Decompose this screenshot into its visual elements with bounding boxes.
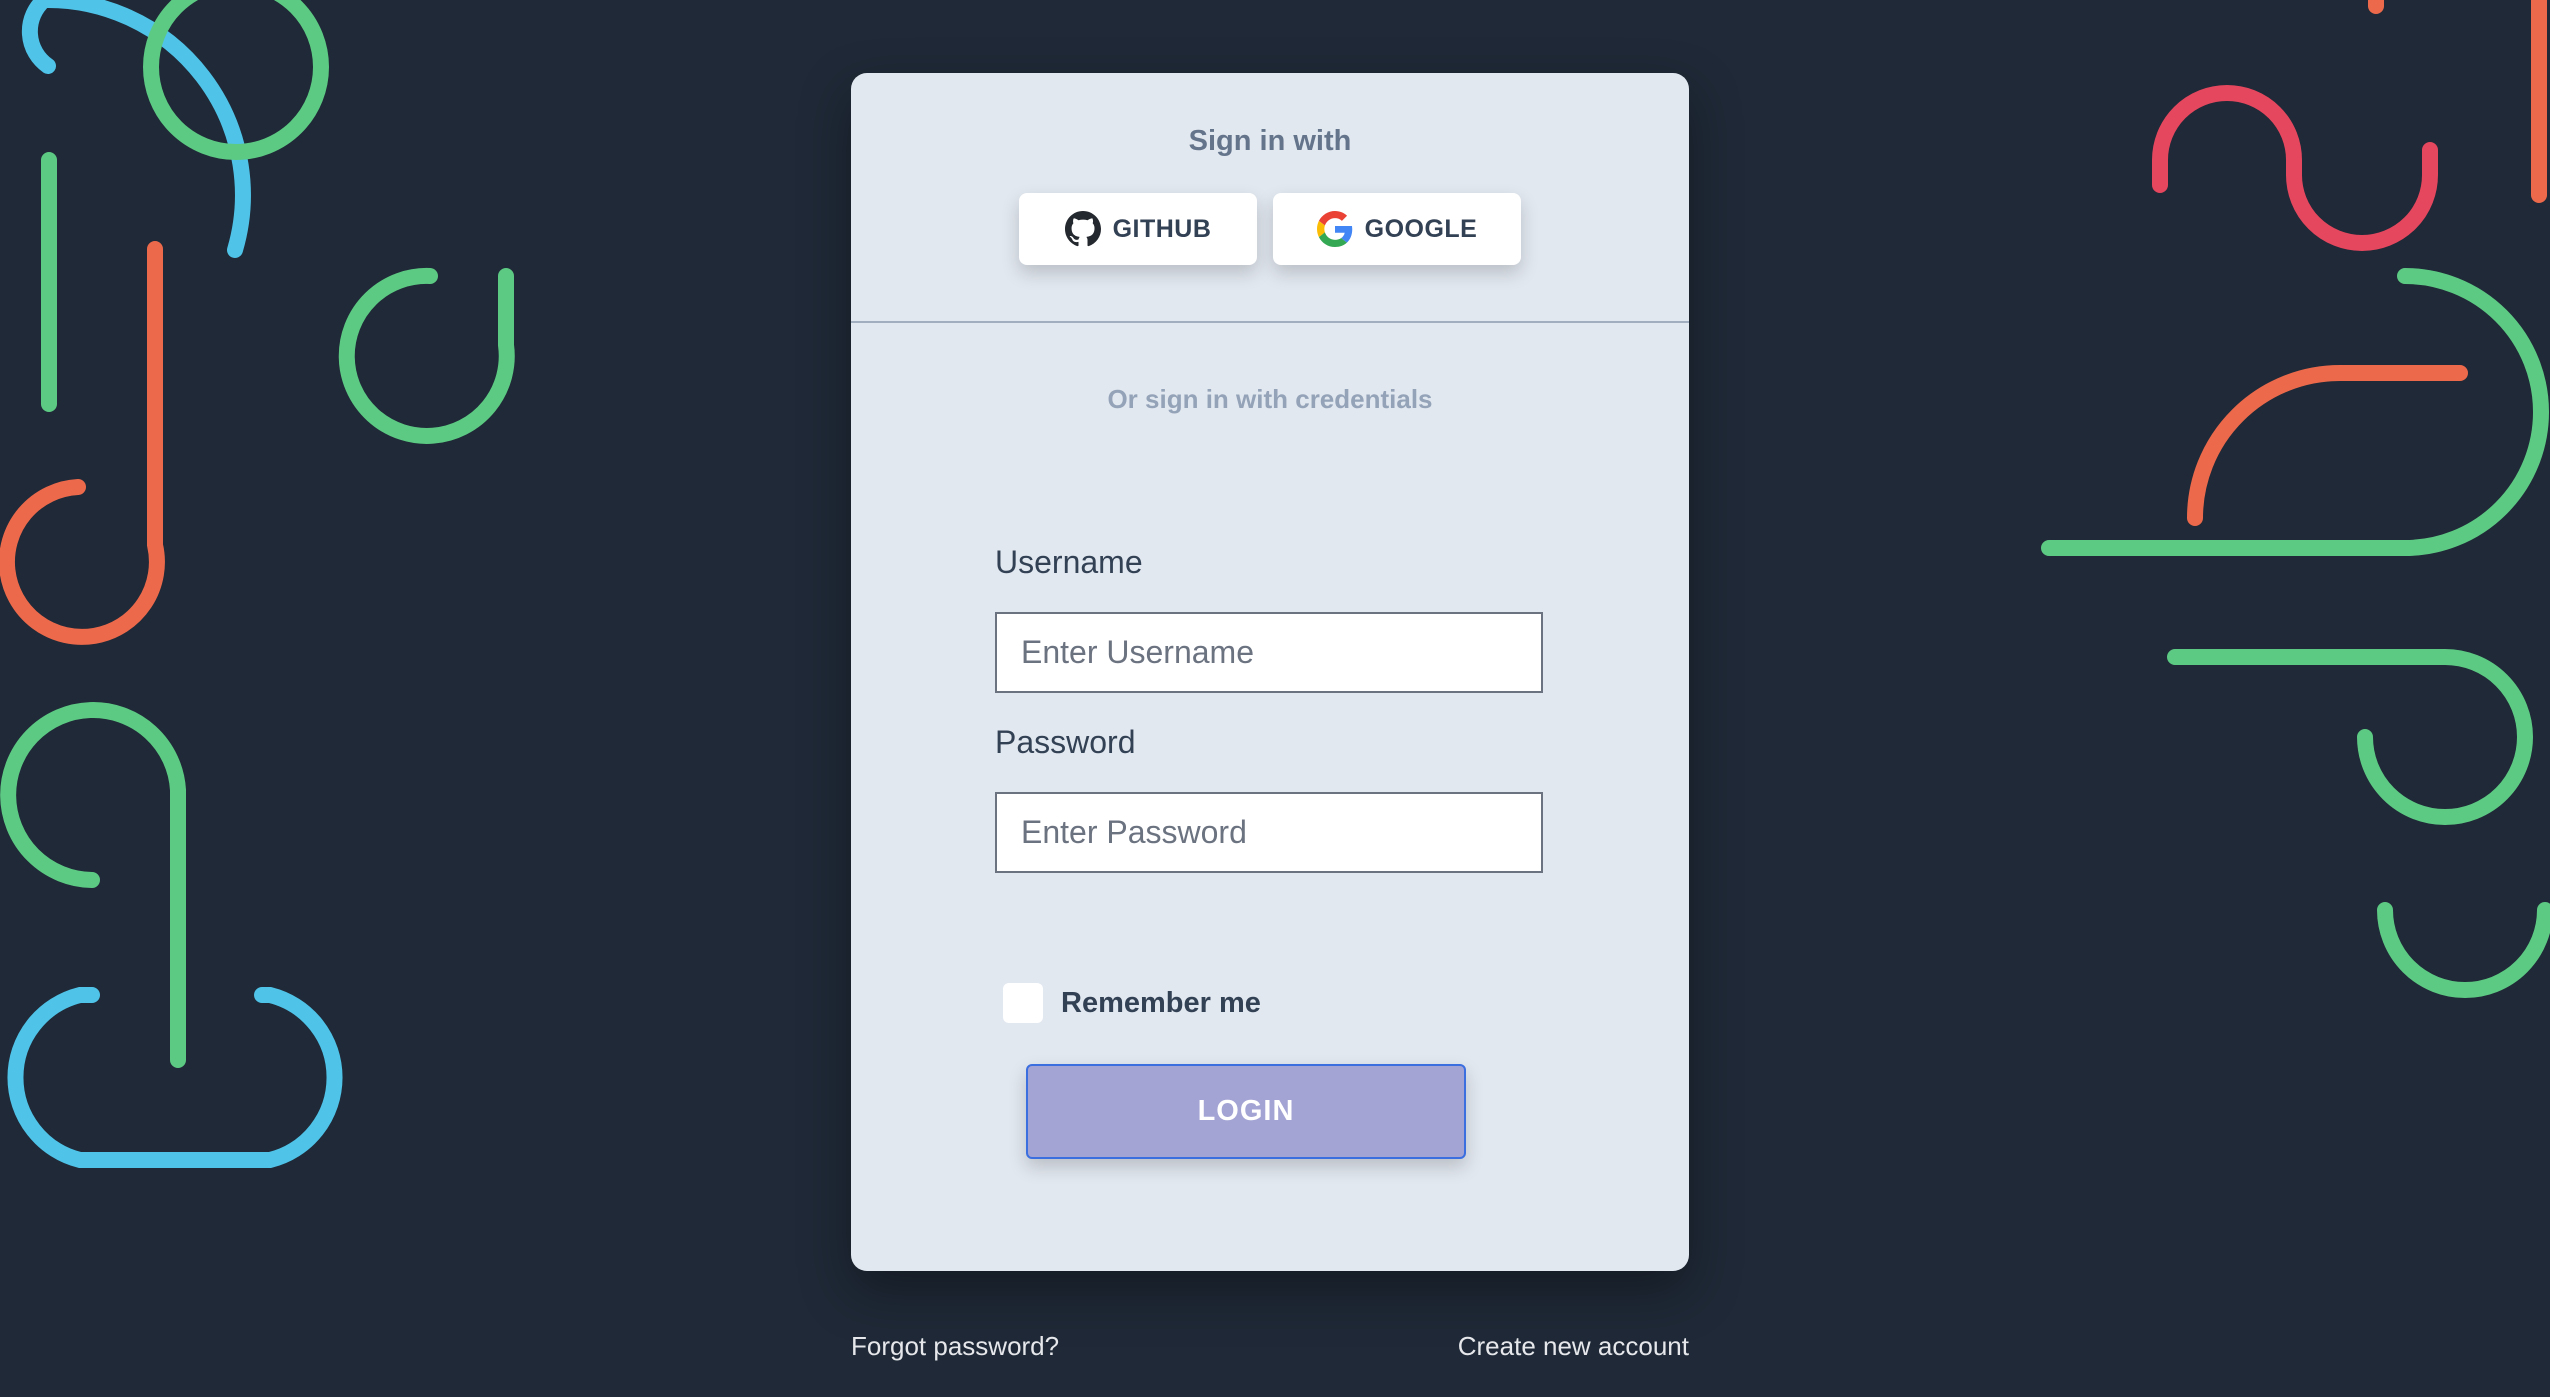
login-page: Sign in with GITHUB GOOGLE Or sign in wi… (0, 0, 2550, 1397)
deco-wave-red (2152, 85, 2438, 251)
deco-hook-green (338, 267, 515, 444)
google-label: GOOGLE (1364, 214, 1478, 243)
deco-line-orange (0, 241, 165, 645)
github-signin-button[interactable]: GITHUB (1019, 193, 1257, 265)
remember-me-label[interactable]: Remember me (1061, 987, 1261, 1020)
signin-with-title: Sign in with (1188, 125, 1352, 157)
username-input[interactable] (995, 612, 1543, 693)
github-icon (1064, 211, 1101, 247)
credentials-title: Or sign in with credentials (1107, 384, 1433, 414)
remember-me-row: Remember me (1003, 983, 1261, 1023)
login-button[interactable]: LOGIN (1026, 1064, 1466, 1159)
google-icon (1316, 211, 1352, 247)
forgot-password-link[interactable]: Forgot password? (851, 1331, 1059, 1362)
deco-arc-blue-top (21, 0, 251, 258)
remember-me-checkbox[interactable] (1003, 983, 1043, 1023)
create-account-link[interactable]: Create new account (1458, 1331, 1689, 1362)
deco-arc-orange (2187, 365, 2468, 526)
deco-loop-green (0, 702, 186, 1068)
password-input[interactable] (995, 792, 1543, 873)
deco-big-arc-green (2041, 268, 2549, 556)
social-signin-section: Sign in with GITHUB GOOGLE (851, 73, 1689, 323)
deco-arc-green-bottom (2377, 902, 2550, 998)
username-label: Username (995, 544, 1143, 580)
login-card: Sign in with GITHUB GOOGLE Or sign in wi… (851, 73, 1689, 1271)
google-signin-button[interactable]: GOOGLE (1273, 193, 1521, 265)
github-label: GITHUB (1112, 214, 1212, 243)
deco-arc-green-mid (2167, 649, 2533, 825)
social-buttons: GITHUB GOOGLE (851, 193, 1689, 265)
password-label: Password (995, 724, 1136, 760)
